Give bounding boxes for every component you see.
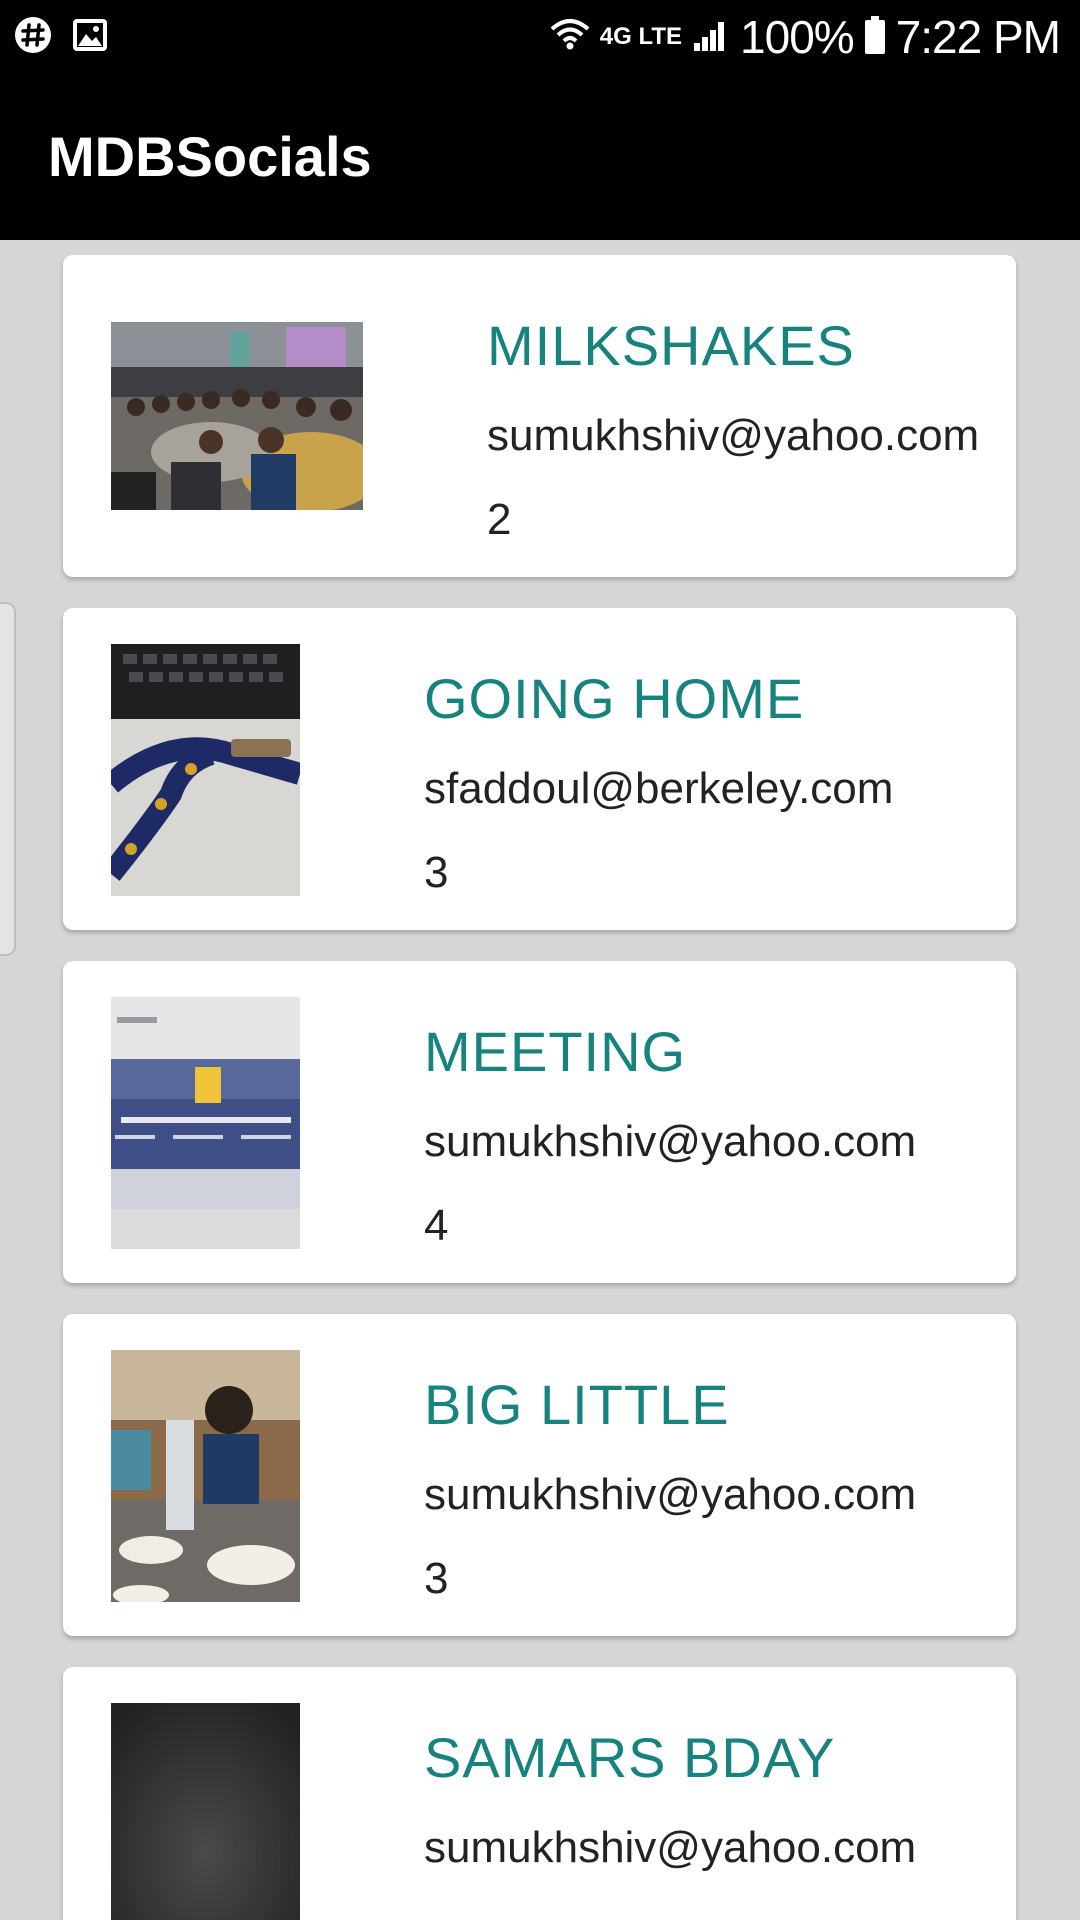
social-thumbnail (111, 644, 300, 896)
social-email: sumukhshiv@yahoo.com (487, 411, 980, 460)
social-email: sumukhshiv@yahoo.com (424, 1823, 917, 1872)
social-thumbnail (111, 1703, 300, 1920)
status-notifications (14, 16, 108, 59)
social-thumbnail (111, 1350, 300, 1602)
wifi-icon (550, 17, 590, 58)
social-email: sfaddoul@berkeley.com (424, 764, 894, 813)
slack-icon (14, 16, 52, 59)
app-bar: MDBSocials (0, 74, 1080, 240)
edge-panel-handle[interactable] (0, 602, 16, 956)
social-card-meeting[interactable]: MEETING sumukhshiv@yahoo.com 4 (63, 961, 1016, 1283)
image-icon (72, 18, 108, 57)
social-title: MILKSHAKES (487, 314, 855, 377)
social-card-going-home[interactable]: GOING HOME sfaddoul@berkeley.com 3 (63, 608, 1016, 930)
battery-percent: 100% (740, 11, 855, 63)
status-system: 4G LTE 100% 7:22 PM (550, 8, 1061, 66)
social-thumbnail (111, 997, 300, 1249)
social-title: SAMARS BDAY (424, 1726, 836, 1789)
social-title: GOING HOME (424, 667, 805, 730)
social-thumbnail (111, 322, 363, 510)
social-interested-count: 3 (424, 1554, 449, 1603)
socials-feed[interactable]: MILKSHAKES sumukhshiv@yahoo.com 2 GOING … (0, 240, 1080, 1920)
clock: 7:22 PM (895, 11, 1061, 63)
app-title: MDBSocials (48, 125, 372, 188)
signal-icon (692, 17, 730, 58)
social-interested-count: 4 (424, 1201, 449, 1250)
lte-icon: 4G LTE (599, 23, 683, 50)
social-title: MEETING (424, 1020, 687, 1083)
social-card-samars-bday[interactable]: SAMARS BDAY sumukhshiv@yahoo.com (63, 1667, 1016, 1920)
social-email: sumukhshiv@yahoo.com (424, 1117, 917, 1166)
battery-icon (864, 15, 886, 60)
social-email: sumukhshiv@yahoo.com (424, 1470, 917, 1519)
social-card-big-little[interactable]: BIG LITTLE sumukhshiv@yahoo.com 3 (63, 1314, 1016, 1636)
status-bar: 4G LTE 100% 7:22 PM (0, 0, 1080, 74)
social-interested-count: 3 (424, 848, 449, 897)
social-interested-count: 2 (487, 495, 512, 544)
social-card-milkshakes[interactable]: MILKSHAKES sumukhshiv@yahoo.com 2 (63, 255, 1016, 577)
social-title: BIG LITTLE (424, 1373, 730, 1436)
